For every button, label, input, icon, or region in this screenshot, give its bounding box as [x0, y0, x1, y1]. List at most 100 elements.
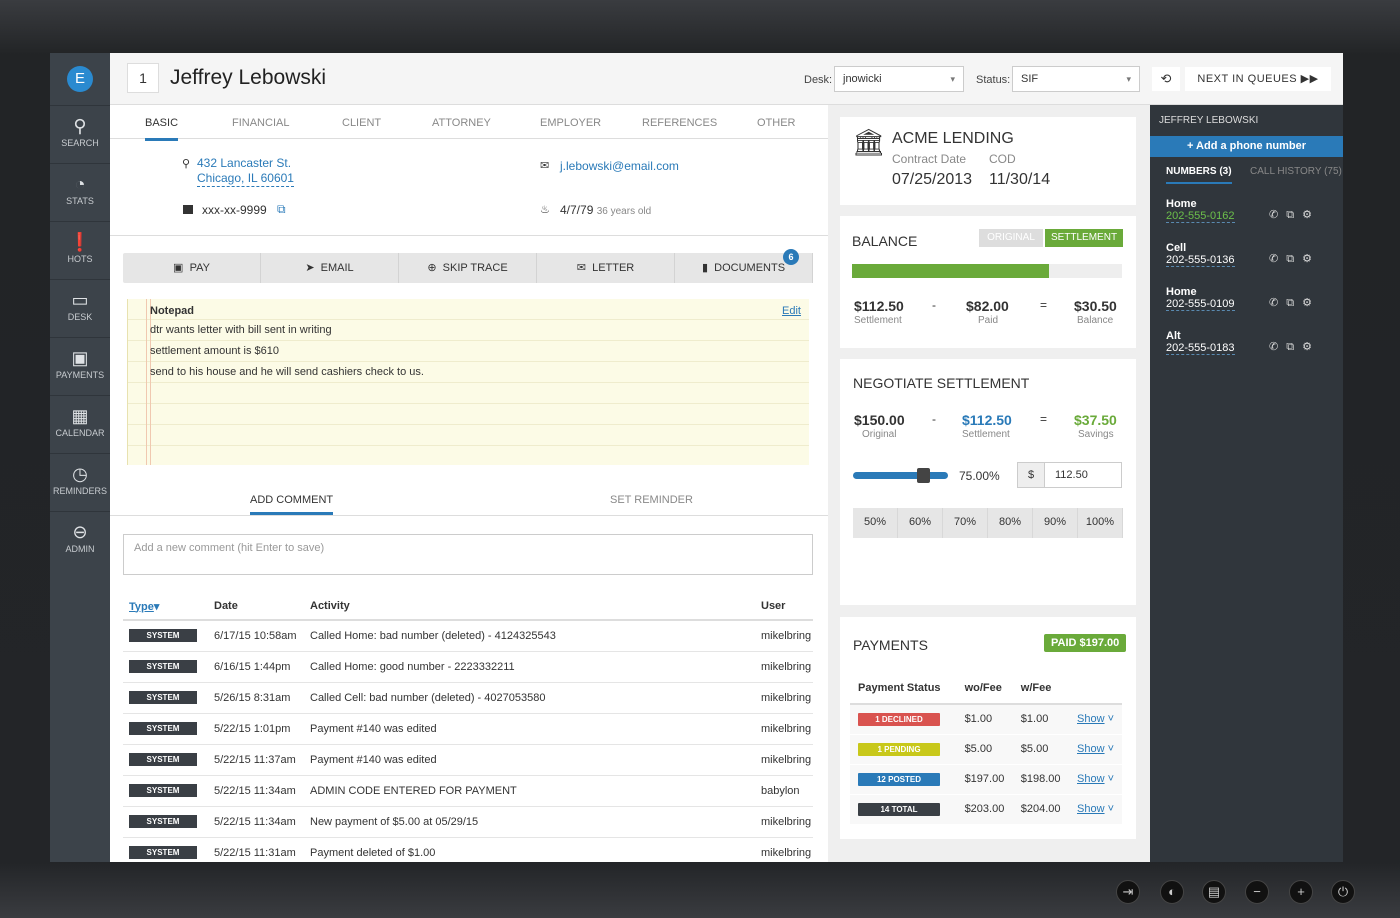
settlement-amount: $112.50 [854, 298, 904, 314]
desk-select[interactable]: jnowicki [834, 66, 964, 92]
email-button[interactable]: ➤ EMAIL [261, 253, 399, 283]
show-payments-link[interactable]: Show [1077, 773, 1105, 785]
sidebar-item-admin[interactable]: ⊖ ADMIN [50, 511, 110, 569]
dashboard-icon: ◔ [74, 174, 86, 194]
letter-button[interactable]: ✉ LETTER [537, 253, 675, 283]
type-badge: SYSTEM [129, 722, 197, 735]
desk-label: Desk: [804, 74, 833, 86]
phone-number[interactable]: 202-555-0136 [1166, 254, 1235, 267]
negotiate-title: NEGOTIATE SETTLEMENT [853, 375, 1030, 391]
preset-70-button[interactable]: 70% [943, 508, 988, 538]
comment-input[interactable]: Add a new comment (hit Enter to save) [123, 534, 813, 575]
gear-icon[interactable]: ⚙ [1302, 209, 1320, 221]
tab-references[interactable]: REFERENCES [642, 117, 717, 129]
tab-employer[interactable]: EMPLOYER [540, 117, 601, 129]
status-select[interactable]: SIF [1012, 66, 1140, 92]
user-cell: mikelbring [755, 682, 813, 714]
menu-icon[interactable]: ▤ [1202, 880, 1226, 904]
tab-client[interactable]: CLIENT [342, 117, 381, 129]
tab-basic[interactable]: BASIC [145, 117, 179, 141]
add-phone-button[interactable]: + Add a phone number [1150, 136, 1343, 157]
envelope-icon: ✉ [576, 262, 593, 274]
payment-row: 1 PENDING $5.00 $5.00 Show ˅ [850, 734, 1122, 765]
sidebar-item-stats[interactable]: ◔ STATS [50, 163, 110, 221]
sidebar-item-label: SEARCH [61, 138, 99, 148]
sidebar-item-desk[interactable]: ▭ DESK [50, 279, 110, 337]
gear-icon[interactable]: ⚙ [1302, 341, 1320, 353]
sidebar-item-calendar[interactable]: ▦ CALENDAR [50, 395, 110, 453]
action-label: PAY [189, 262, 210, 274]
preset-80-button[interactable]: 80% [988, 508, 1033, 538]
plus-icon[interactable]: + [1289, 880, 1313, 904]
tab-attorney[interactable]: ATTORNEY [432, 117, 491, 129]
phone-call-icon[interactable]: ✆ [1269, 253, 1286, 265]
minus-icon[interactable]: − [1245, 880, 1269, 904]
copy-icon[interactable]: ⧉ [277, 202, 286, 217]
copy-icon[interactable]: ⧉ [1286, 209, 1302, 221]
preset-50-button[interactable]: 50% [853, 508, 898, 538]
gear-icon[interactable]: ⚙ [1302, 253, 1320, 265]
sidebar-item-reminders[interactable]: ◷ REMINDERS [50, 453, 110, 511]
email-link[interactable]: j.lebowski@email.com [560, 159, 679, 173]
notepad-edit-link[interactable]: Edit [782, 305, 801, 317]
power-icon[interactable]: ⏻ [1331, 880, 1355, 904]
input-icon[interactable]: ⇥ [1116, 880, 1140, 904]
preset-100-button[interactable]: 100% [1078, 508, 1123, 538]
type-sort-link[interactable]: Type [129, 601, 154, 613]
preset-60-button[interactable]: 60% [898, 508, 943, 538]
sidebar-item-payments[interactable]: ▣ PAYMENTS [50, 337, 110, 395]
toggle-icon[interactable]: ◐ [1160, 880, 1184, 904]
sidebar-item-hots[interactable]: ❗ HOTS [50, 221, 110, 279]
phone-call-icon[interactable]: ✆ [1269, 209, 1286, 221]
refresh-icon[interactable]: ⟲ [1152, 67, 1180, 91]
next-in-queues-button[interactable]: NEXT IN QUEUES ▶▶ [1185, 67, 1331, 91]
show-payments-link[interactable]: Show [1077, 713, 1105, 725]
balance-label: Balance [1077, 315, 1114, 326]
show-payments-link[interactable]: Show [1077, 803, 1105, 815]
tab-other[interactable]: OTHER [757, 117, 796, 129]
payment-status-badge: 12 POSTED [858, 772, 940, 786]
pay-button[interactable]: ▣ PAY [123, 253, 261, 283]
copy-icon[interactable]: ⧉ [1286, 341, 1302, 353]
user-cell: mikelbring [755, 837, 813, 862]
table-row: SYSTEM 5/22/15 11:34am ADMIN CODE ENTERED … [123, 775, 813, 807]
tab-financial[interactable]: FINANCIAL [232, 117, 289, 129]
skip-trace-button[interactable]: ⊕ SKIP TRACE [399, 253, 537, 283]
original-toggle[interactable]: ORIGINAL [979, 229, 1043, 247]
phone-call-icon[interactable]: ✆ [1269, 341, 1286, 353]
settlement-slider[interactable] [853, 468, 948, 483]
tab-call-history[interactable]: CALL HISTORY (75) [1250, 166, 1342, 177]
action-label: EMAIL [320, 262, 354, 274]
table-row: SYSTEM 6/17/15 10:58am Called Home: bad nu… [123, 620, 813, 652]
phone-number[interactable]: 202-555-0162 [1166, 210, 1235, 223]
copy-icon[interactable]: ⧉ [1286, 253, 1302, 265]
type-column-header[interactable]: Type▾ [123, 593, 208, 621]
type-badge: SYSTEM [129, 660, 197, 673]
tab-set-reminder[interactable]: SET REMINDER [610, 494, 693, 506]
tab-add-comment[interactable]: ADD COMMENT [250, 494, 334, 515]
inbox-icon: ▭ [71, 290, 89, 310]
phone-number[interactable]: 202-555-0109 [1166, 298, 1235, 311]
settlement-label: Settlement [854, 315, 902, 326]
preset-90-button[interactable]: 90% [1033, 508, 1078, 538]
copy-icon[interactable]: ⧉ [1286, 297, 1302, 309]
address-link[interactable]: 432 Lancaster St. Chicago, IL 60601 [197, 156, 294, 187]
wo-fee-cell: $1.00 [956, 704, 1013, 735]
settlement-toggle[interactable]: SETTLEMENT [1045, 229, 1123, 247]
search-plus-icon: ⊕ [427, 262, 443, 274]
cod-date: 11/30/14 [989, 171, 1051, 188]
settlement-amount-input[interactable]: 112.50 [1044, 462, 1122, 488]
payments-card: PAYMENTS PAID $197.00 Payment Status wo/F… [840, 617, 1136, 839]
slider-handle[interactable] [917, 468, 931, 483]
date-cell: 6/16/15 1:44pm [208, 651, 304, 683]
sidebar-item-search[interactable]: ⚲ SEARCH [50, 105, 110, 163]
tab-numbers[interactable]: NUMBERS (3) [1166, 166, 1232, 184]
phone-call-icon[interactable]: ✆ [1269, 297, 1286, 309]
caret-down-icon: ▾ [153, 600, 160, 613]
show-payments-link[interactable]: Show [1077, 743, 1105, 755]
phone-number[interactable]: 202-555-0183 [1166, 342, 1235, 355]
gear-icon[interactable]: ⚙ [1302, 297, 1320, 309]
sidebar-item-label: STATS [66, 196, 94, 206]
comment-tabs: ADD COMMENT SET REMINDER [110, 486, 828, 516]
calendar-icon: ▦ [71, 406, 89, 426]
